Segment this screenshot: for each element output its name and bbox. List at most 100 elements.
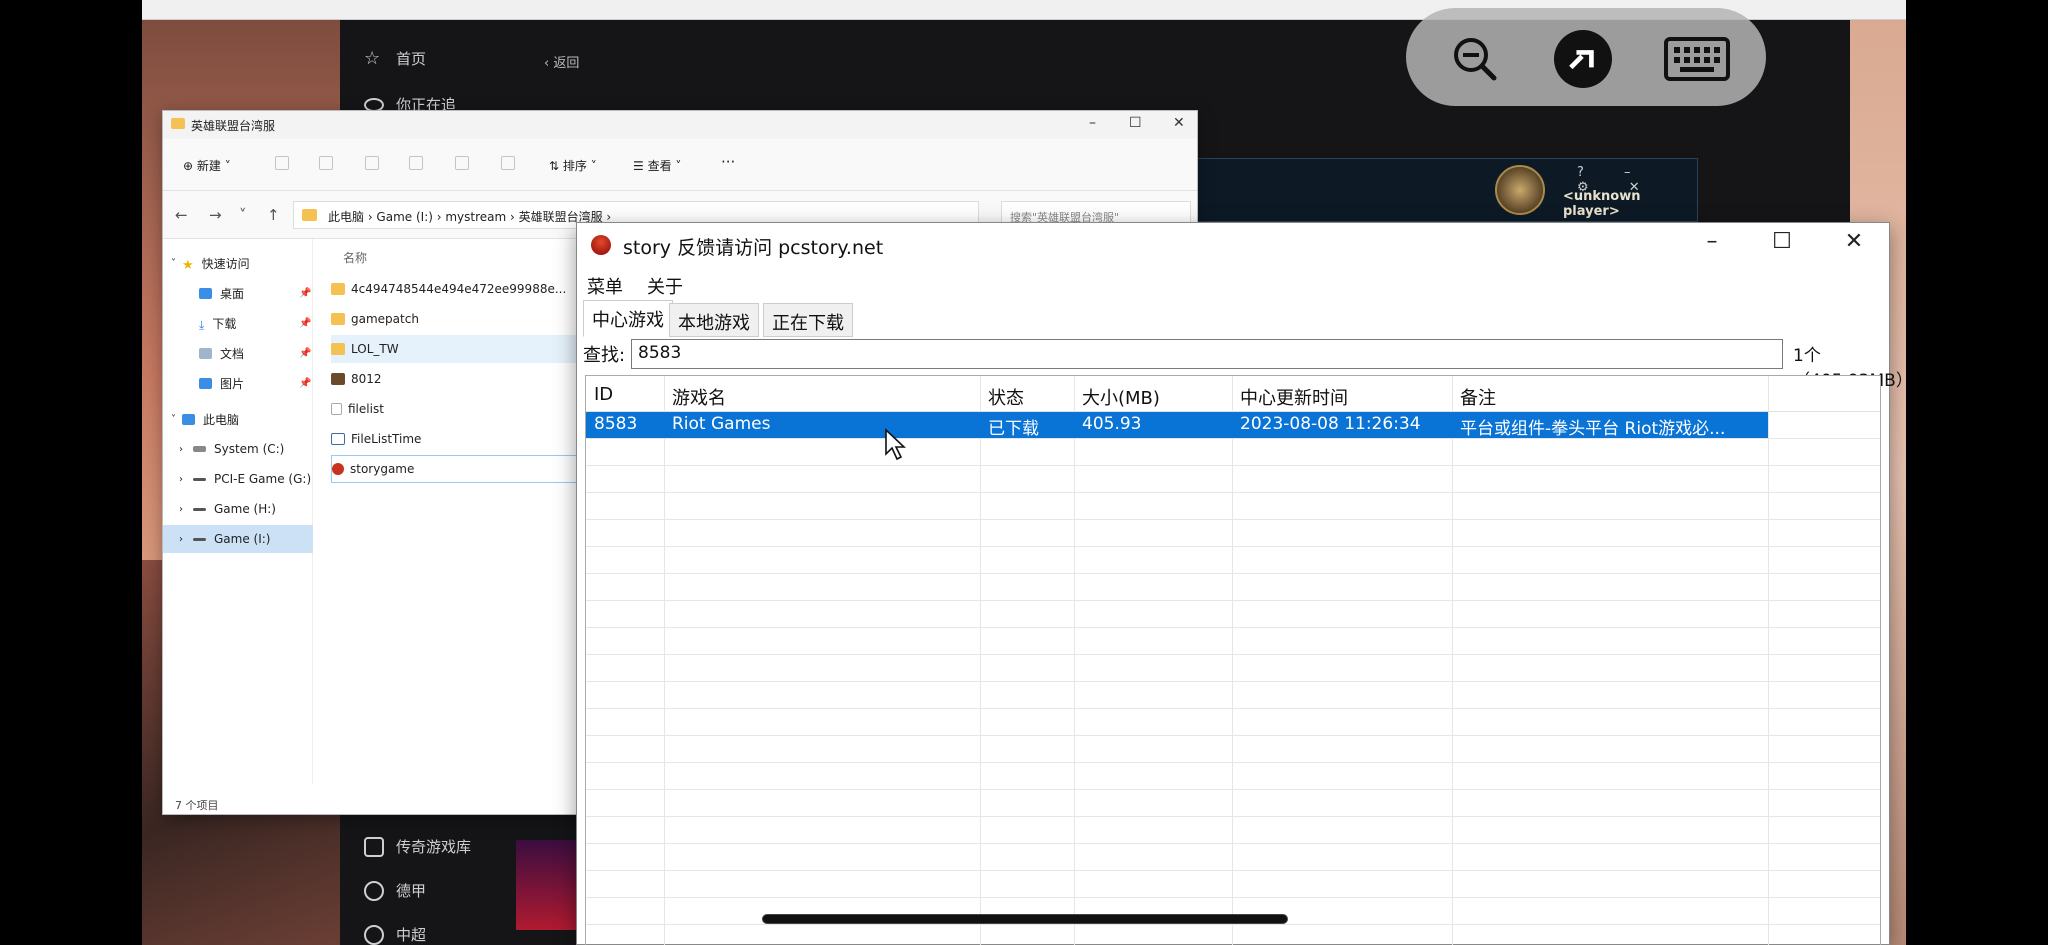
launcher-nav-game-library[interactable]: 传奇游戏库: [364, 836, 471, 857]
soccer-ball-icon: [364, 924, 384, 945]
up-arrow-icon[interactable]: ↑: [267, 206, 280, 224]
nav-this-pc[interactable]: ˅ 此电脑: [163, 405, 313, 433]
explorer-title: 英雄联盟台湾服: [191, 119, 276, 133]
column-divider: [664, 376, 665, 945]
nav-downloads[interactable]: ⤓ 下载 📌: [163, 309, 313, 337]
launcher-nav-csl[interactable]: 中超: [364, 924, 426, 945]
find-input[interactable]: 8583: [631, 339, 1783, 369]
cell-id: 8583: [594, 414, 638, 434]
cell-status: 已下载: [988, 419, 1039, 439]
drive-icon: [193, 507, 206, 511]
pin-icon: 📌: [299, 287, 312, 299]
launcher-nav-bundesliga[interactable]: 德甲: [364, 880, 426, 901]
pin-icon: 📌: [299, 347, 312, 359]
desktop-icon: [199, 287, 212, 299]
star-icon: ★: [182, 257, 194, 273]
column-header-name[interactable]: 游戏名: [664, 376, 734, 412]
cut-icon[interactable]: [275, 156, 289, 170]
launcher-nav-label: 中超: [396, 926, 427, 944]
nav-drive-i[interactable]: › Game (I:): [163, 525, 313, 553]
zoom-out-icon[interactable]: [1446, 30, 1504, 88]
nav-pictures[interactable]: 图片 📌: [163, 369, 313, 397]
view-button[interactable]: ☰ 查看 ˅: [633, 157, 681, 174]
launcher-back-link[interactable]: ‹ 返回: [544, 52, 579, 71]
address-path: 此电脑 › Game (I:) › mystream › 英雄联盟台湾服 ›: [328, 210, 612, 224]
copy-icon[interactable]: [319, 156, 333, 170]
tab-center-games[interactable]: 中心游戏: [583, 300, 673, 337]
nav-drive-h[interactable]: › Game (H:): [163, 495, 313, 523]
nav-drive-g[interactable]: › PCI-E Game (G:): [163, 465, 313, 493]
pin-icon: 📌: [299, 377, 312, 389]
back-arrow-icon[interactable]: ←: [175, 206, 188, 224]
new-button[interactable]: ⊕ 新建 ˅: [183, 157, 231, 174]
tab-downloading[interactable]: 正在下载: [763, 303, 853, 337]
view-label: 查看: [647, 159, 672, 173]
cell-updated: 2023-08-08 11:26:34: [1240, 414, 1421, 434]
nav-documents[interactable]: 文档 📌: [163, 339, 313, 367]
paste-icon[interactable]: [365, 156, 379, 170]
app-icon: [331, 373, 345, 385]
story-window: story 反馈请访问 pcstory.net – ☐ ✕ 菜单 关于 中心游戏…: [576, 222, 1913, 945]
column-header-note[interactable]: 备注: [1452, 376, 1504, 412]
menu-about[interactable]: 关于: [647, 273, 683, 299]
home-indicator[interactable]: [762, 914, 1288, 924]
nav-drive-c[interactable]: › System (C:): [163, 435, 313, 463]
plus-icon: ⊕: [183, 159, 197, 173]
screen: ☆ 首页 你正在追 ‹ 返回 传奇游戏库 德甲 中超 ? – ⚙ ✕ <unkn…: [0, 0, 2048, 945]
column-header-status[interactable]: 状态: [980, 376, 1032, 412]
column-header-id[interactable]: ID: [586, 376, 621, 412]
column-divider: [1074, 376, 1075, 945]
chevron-down-icon: ˅: [171, 257, 176, 269]
player-name: <unknown player>: [1563, 189, 1641, 219]
share-icon[interactable]: [455, 156, 469, 170]
close-button[interactable]: ✕: [1829, 229, 1879, 254]
file-name: filelist: [348, 402, 384, 416]
games-table: ID 游戏名 状态 大小(MB) 中心更新时间 备注 8583 Riot Gam…: [585, 375, 1881, 945]
column-divider: [1232, 376, 1233, 945]
drive-icon: [193, 446, 206, 452]
column-header-size[interactable]: 大小(MB): [1074, 376, 1168, 412]
view-icon: ☰: [633, 159, 648, 173]
menu-main[interactable]: 菜单: [587, 273, 623, 299]
nav-label: 此电脑: [203, 412, 240, 427]
maximize-button[interactable]: ☐: [1757, 229, 1807, 254]
explorer-status-text: 7 个项目: [175, 799, 219, 812]
picture-icon: [199, 377, 212, 389]
cell-note: 平台或组件-拳头平台 Riot游戏必...: [1460, 419, 1726, 439]
gamepad-icon: [364, 836, 384, 857]
nav-desktop[interactable]: 桌面 📌: [163, 279, 313, 307]
nav-label: PCI-E Game (G:): [214, 472, 312, 486]
minimize-button[interactable]: –: [1687, 229, 1737, 254]
chevron-down-icon[interactable]: ˅: [239, 206, 247, 224]
chevron-down-icon: ˅: [171, 413, 176, 425]
game-thumbnail[interactable]: [516, 840, 576, 930]
close-button[interactable]: ✕: [1173, 115, 1185, 131]
column-divider: [1768, 376, 1769, 945]
nav-quick-access[interactable]: ˅ ★ 快速访问: [163, 249, 313, 277]
keyboard-icon[interactable]: [1662, 30, 1732, 88]
story-title: story 反馈请访问 pcstory.net: [623, 237, 884, 259]
delete-icon[interactable]: [501, 156, 515, 170]
rename-icon[interactable]: [409, 156, 423, 170]
forward-arrow-icon[interactable]: →: [209, 206, 222, 224]
minimize-button[interactable]: –: [1089, 115, 1096, 131]
launcher-nav-home[interactable]: ☆ 首页: [364, 48, 426, 69]
remote-desktop-icon[interactable]: [1554, 30, 1612, 88]
player-avatar[interactable]: [1495, 165, 1545, 215]
explorer-titlebar[interactable]: 英雄联盟台湾服 – ☐ ✕: [163, 111, 1197, 139]
column-header-updated[interactable]: 中心更新时间: [1232, 376, 1356, 412]
sort-label: 排序: [562, 159, 587, 173]
folder-icon: [302, 209, 317, 221]
column-header-name[interactable]: 名称: [343, 249, 367, 266]
chevron-right-icon: ›: [179, 533, 183, 545]
sort-button[interactable]: ⇅ 排序 ˅: [549, 157, 597, 174]
maximize-button[interactable]: ☐: [1129, 115, 1142, 131]
file-icon: [331, 403, 342, 415]
more-button[interactable]: ···: [721, 153, 735, 171]
explorer-command-bar: ⊕ 新建 ˅ ⇅ 排序 ˅ ☰ 查看 ˅ ···: [163, 139, 1197, 191]
story-titlebar[interactable]: story 反馈请访问 pcstory.net – ☐ ✕: [577, 223, 1889, 267]
tab-local-games[interactable]: 本地游戏: [669, 303, 759, 337]
column-divider: [1452, 376, 1453, 945]
soccer-ball-icon: [364, 880, 384, 901]
remote-desktop-toolbar: [1406, 8, 1766, 106]
